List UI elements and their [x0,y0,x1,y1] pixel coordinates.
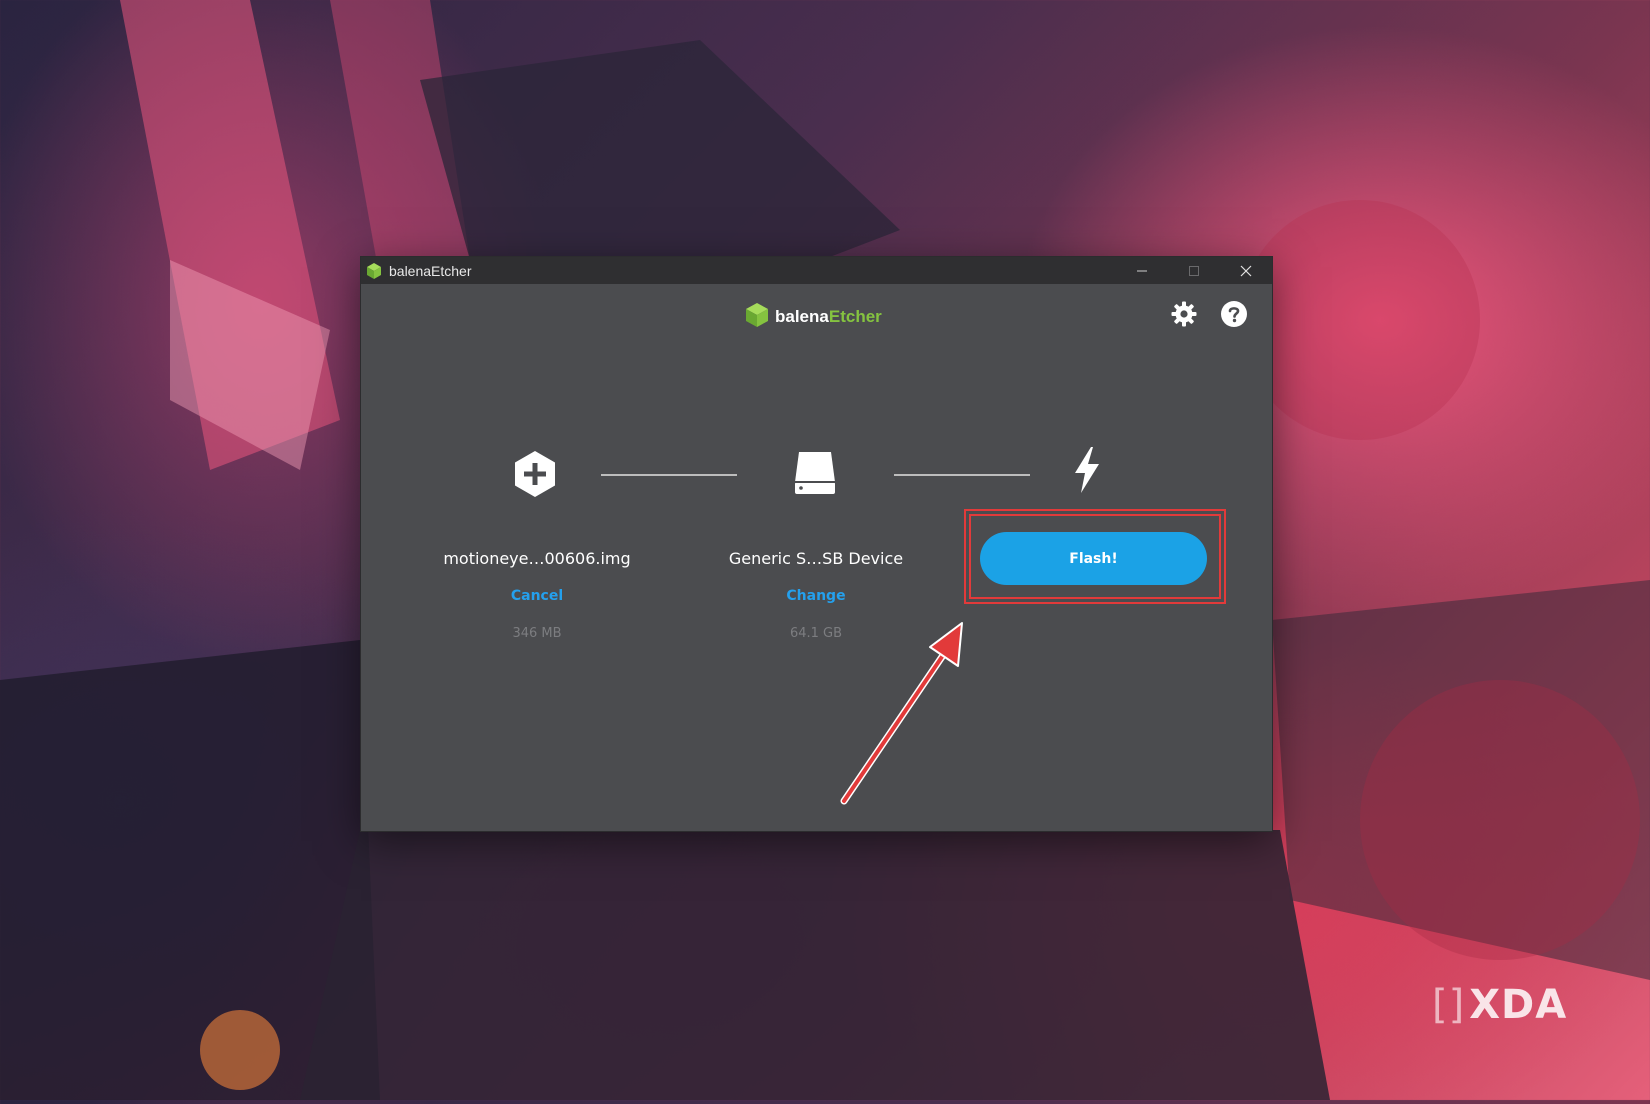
settings-button[interactable] [1169,301,1199,331]
balena-cube-icon [365,262,383,280]
close-button[interactable] [1220,257,1272,284]
title-bar[interactable]: balenaEtcher [361,257,1272,284]
logo-text: balenaEtcher [775,307,882,327]
change-target-link[interactable]: Change [696,588,936,604]
xda-watermark-text: XDA [1469,982,1568,1028]
balena-cube-icon [745,302,769,332]
add-source-icon [513,450,557,502]
etcher-window: balenaEtcher balenaEtcher motioneye…0060… [361,257,1272,831]
select-target-step[interactable] [793,452,837,498]
flash-bolt-icon [1071,446,1103,498]
help-button[interactable] [1219,301,1249,331]
logo-text-etcher: Etcher [828,307,882,326]
minimize-button[interactable] [1116,257,1168,284]
select-source-step[interactable] [513,450,557,502]
gear-icon [1170,300,1198,332]
cancel-source-link[interactable]: Cancel [417,588,657,604]
target-size: 64.1 GB [789,626,843,641]
maximize-button[interactable] [1168,257,1220,284]
close-icon [1240,265,1252,277]
window-title: balenaEtcher [389,262,472,279]
source-file-name: motioneye…00606.img [443,549,631,568]
flash-button[interactable]: Flash! [980,532,1207,585]
logo-text-balena: balena [775,307,829,326]
window-controls [1116,257,1272,284]
xda-watermark: [] XDA [1432,982,1568,1028]
question-icon [1220,300,1248,332]
target-device-name: Generic S…SB Device [728,549,904,568]
drive-icon [793,450,837,500]
etcher-logo: balenaEtcher [745,302,882,332]
minimize-icon [1136,265,1148,277]
step-connector-2 [894,474,1030,476]
flash-step [1071,446,1103,498]
xda-bracket-icon: [] [1432,982,1466,1028]
step-connector-1 [601,474,737,476]
maximize-icon [1188,265,1200,277]
source-size: 346 MB [512,626,562,641]
